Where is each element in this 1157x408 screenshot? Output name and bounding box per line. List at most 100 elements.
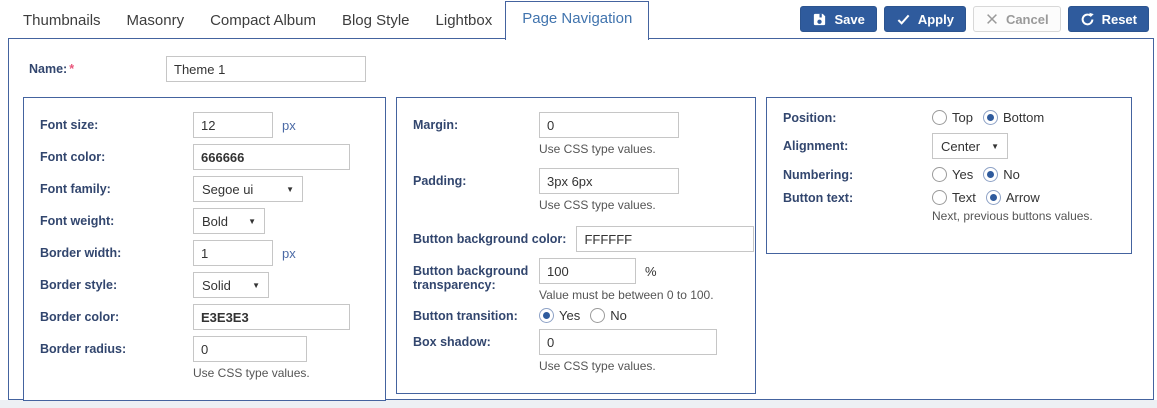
font-size-input[interactable]	[193, 112, 273, 138]
padding-input[interactable]	[539, 168, 679, 194]
reset-button[interactable]: Reset	[1068, 6, 1149, 32]
button-text-row: Button text: Text Arrow Next, previous b…	[783, 190, 1115, 223]
page-navigation-settings-panel: Name:* Font size: px Font color: Font fa…	[8, 38, 1154, 400]
button-text-text-label[interactable]: Text	[952, 190, 976, 205]
button-transition-radio-group: Yes No	[539, 308, 637, 323]
border-width-row: Border width: px	[40, 240, 369, 266]
tab-thumbnails[interactable]: Thumbnails	[10, 2, 114, 38]
button-bg-color-input[interactable]	[576, 226, 754, 252]
padding-hint: Use CSS type values.	[539, 198, 679, 212]
tab-page-navigation[interactable]: Page Navigation	[505, 1, 649, 40]
box-shadow-input[interactable]	[539, 329, 717, 355]
button-bg-color-row: Button background color:	[413, 226, 739, 252]
button-transition-row: Button transition: Yes No	[413, 308, 739, 323]
margin-input[interactable]	[539, 112, 679, 138]
position-radio-group: Top Bottom	[932, 110, 1054, 125]
numbering-no-radio[interactable]	[983, 167, 998, 182]
font-color-input[interactable]	[193, 144, 350, 170]
font-family-select[interactable]: Segoe ui ▼	[193, 176, 303, 202]
save-button[interactable]: Save	[800, 6, 876, 32]
apply-button-label: Apply	[918, 12, 954, 27]
border-style-row: Border style: Solid ▼	[40, 272, 369, 298]
tab-blog-style[interactable]: Blog Style	[329, 2, 423, 38]
settings-columns: Font size: px Font color: Font family: S…	[23, 97, 1153, 401]
alignment-label: Alignment:	[783, 139, 932, 153]
numbering-yes-radio[interactable]	[932, 167, 947, 182]
button-text-arrow-radio[interactable]	[986, 190, 1001, 205]
numbering-label: Numbering:	[783, 168, 932, 182]
required-asterisk: *	[69, 62, 74, 76]
border-style-label: Border style:	[40, 278, 193, 292]
button-bg-transparency-input[interactable]	[539, 258, 636, 284]
spacing-button-settings-box: Margin: Use CSS type values. Padding: Us…	[396, 97, 756, 394]
button-bg-transparency-label: Button background transparency:	[413, 258, 539, 292]
tab-strip: Thumbnails Masonry Compact Album Blog St…	[10, 1, 649, 38]
button-bg-color-label: Button background color:	[413, 232, 566, 246]
position-top-label[interactable]: Top	[952, 110, 973, 125]
tab-compact-album[interactable]: Compact Album	[197, 2, 329, 38]
box-shadow-hint: Use CSS type values.	[539, 359, 717, 373]
button-text-arrow-label[interactable]: Arrow	[1006, 190, 1040, 205]
alignment-value: Center	[941, 139, 980, 154]
refresh-icon	[1080, 12, 1095, 27]
tab-lightbox[interactable]: Lightbox	[423, 2, 506, 38]
caret-down-icon: ▼	[248, 217, 256, 226]
font-weight-select[interactable]: Bold ▼	[193, 208, 265, 234]
button-transition-yes-radio[interactable]	[539, 308, 554, 323]
font-color-row: Font color:	[40, 144, 369, 170]
position-top-radio[interactable]	[932, 110, 947, 125]
font-weight-row: Font weight: Bold ▼	[40, 208, 369, 234]
position-label: Position:	[783, 111, 932, 125]
font-weight-label: Font weight:	[40, 214, 193, 228]
button-text-label: Button text:	[783, 190, 932, 205]
button-bg-transparency-hint: Value must be between 0 to 100.	[539, 288, 714, 302]
alignment-row: Alignment: Center ▼	[783, 133, 1115, 159]
position-row: Position: Top Bottom	[783, 110, 1115, 125]
reset-button-label: Reset	[1102, 12, 1137, 27]
button-transition-label: Button transition:	[413, 309, 539, 323]
caret-down-icon: ▼	[286, 185, 294, 194]
border-style-select[interactable]: Solid ▼	[193, 272, 269, 298]
save-button-label: Save	[834, 12, 864, 27]
padding-row: Padding: Use CSS type values.	[413, 168, 739, 212]
apply-button[interactable]: Apply	[884, 6, 966, 32]
numbering-no-label[interactable]: No	[1003, 167, 1020, 182]
percent-suffix: %	[645, 264, 657, 279]
theme-name-input[interactable]	[166, 56, 366, 82]
caret-down-icon: ▼	[991, 142, 999, 151]
numbering-yes-label[interactable]: Yes	[952, 167, 973, 182]
border-width-label: Border width:	[40, 246, 193, 260]
cancel-button[interactable]: Cancel	[973, 6, 1061, 32]
position-bottom-radio[interactable]	[983, 110, 998, 125]
margin-label: Margin:	[413, 112, 539, 132]
floppy-disk-icon	[812, 12, 827, 27]
page-background-strip	[0, 400, 1157, 408]
position-bottom-label[interactable]: Bottom	[1003, 110, 1044, 125]
button-text-radio-group: Text Arrow	[932, 190, 1093, 205]
font-border-settings-box: Font size: px Font color: Font family: S…	[23, 97, 386, 401]
button-transition-no-label[interactable]: No	[610, 308, 627, 323]
font-size-label: Font size:	[40, 118, 193, 132]
theme-name-row: Name:*	[29, 56, 1153, 82]
border-radius-input[interactable]	[193, 336, 307, 362]
button-bg-transparency-row: Button background transparency: % Value …	[413, 258, 739, 302]
close-icon	[985, 12, 999, 26]
border-width-input[interactable]	[193, 240, 273, 266]
border-color-row: Border color:	[40, 304, 369, 330]
border-color-input[interactable]	[193, 304, 350, 330]
caret-down-icon: ▼	[252, 281, 260, 290]
border-radius-hint: Use CSS type values.	[193, 366, 310, 380]
numbering-row: Numbering: Yes No	[783, 167, 1115, 182]
font-family-label: Font family:	[40, 182, 193, 196]
button-transition-no-radio[interactable]	[590, 308, 605, 323]
margin-hint: Use CSS type values.	[539, 142, 679, 156]
alignment-select[interactable]: Center ▼	[932, 133, 1008, 159]
tab-masonry[interactable]: Masonry	[114, 2, 198, 38]
button-text-text-radio[interactable]	[932, 190, 947, 205]
border-style-value: Solid	[202, 278, 231, 293]
border-radius-label: Border radius:	[40, 336, 193, 356]
button-transition-yes-label[interactable]: Yes	[559, 308, 580, 323]
box-shadow-label: Box shadow:	[413, 329, 539, 349]
font-size-unit: px	[282, 118, 296, 133]
font-family-value: Segoe ui	[202, 182, 253, 197]
